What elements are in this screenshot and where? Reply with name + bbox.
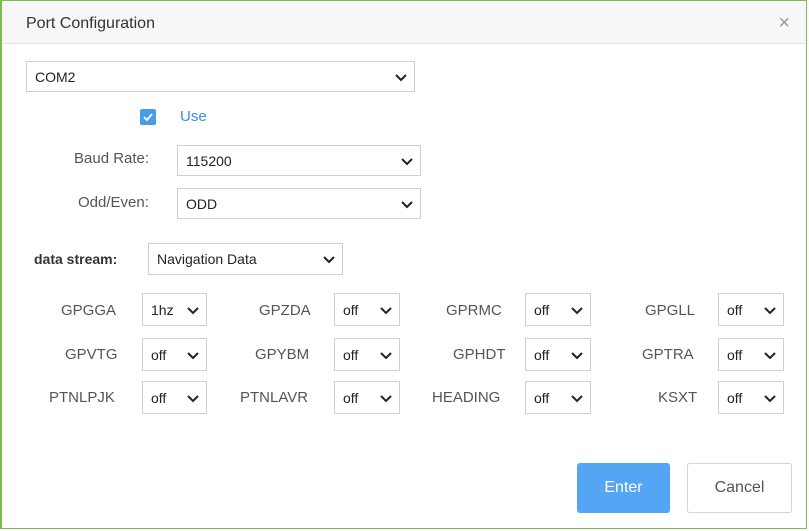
sentence-label-gprmc: GPRMC — [446, 302, 502, 319]
sentence-rate-gprmc[interactable]: off — [525, 293, 591, 326]
sentence-label-gptra: GPTRA — [642, 346, 694, 363]
sentence-label-ptnlavr: PTNLAVR — [240, 389, 309, 406]
sentence-rate-gpybm[interactable]: off — [334, 338, 400, 371]
sentence-rate-value: off — [343, 346, 359, 363]
sentence-rate-gpzda[interactable]: off — [334, 293, 400, 326]
sentence-rate-gpvtg[interactable]: off — [142, 338, 207, 371]
sentence-rate-gphdt[interactable]: off — [525, 338, 591, 371]
chevron-down-icon — [187, 394, 199, 402]
chevron-down-icon — [401, 200, 413, 208]
data-stream-select[interactable]: Navigation Data — [148, 243, 343, 275]
chevron-down-icon — [380, 394, 392, 402]
dialog-title: Port Configuration — [26, 15, 155, 32]
sentence-rate-gptra[interactable]: off — [718, 338, 784, 371]
chevron-down-icon — [571, 306, 583, 314]
chevron-down-icon — [187, 351, 199, 359]
sentence-rate-gpgga[interactable]: 1hz — [142, 293, 207, 326]
close-icon[interactable]: × — [778, 13, 790, 33]
sentence-label-gphdt: GPHDT — [453, 346, 506, 363]
sentence-rate-value: off — [534, 346, 550, 363]
sentence-rate-heading[interactable]: off — [525, 381, 591, 414]
sentence-rate-gpgll[interactable]: off — [718, 293, 784, 326]
chevron-down-icon — [323, 256, 335, 264]
baud-rate-select[interactable]: 115200 — [177, 145, 421, 176]
port-select-value: COM2 — [35, 68, 76, 85]
data-stream-label: data stream: — [34, 251, 118, 267]
chevron-down-icon — [395, 73, 407, 81]
chevron-down-icon — [571, 351, 583, 359]
sentence-label-gpgga: GPGGA — [61, 302, 117, 319]
port-select[interactable]: COM2 — [26, 61, 415, 92]
sentence-rate-value: off — [727, 346, 743, 363]
port-configuration-dialog: Port Configuration × COM2 Use Baud Rate:… — [0, 0, 807, 529]
chevron-down-icon — [764, 394, 776, 402]
chevron-down-icon — [764, 306, 776, 314]
chevron-down-icon — [380, 351, 392, 359]
parity-value: ODD — [186, 195, 218, 212]
chevron-down-icon — [401, 157, 413, 165]
sentence-rate-value: off — [151, 346, 167, 363]
sentence-rate-ksxt[interactable]: off — [718, 381, 784, 414]
chevron-down-icon — [764, 351, 776, 359]
sentence-label-gpzda: GPZDA — [259, 302, 311, 319]
sentence-label-ptnlpjk: PTNLPJK — [49, 389, 115, 406]
parity-select[interactable]: ODD — [177, 188, 421, 219]
sentence-rate-value: off — [343, 301, 359, 318]
baud-rate-label: Baud Rate: — [74, 150, 150, 167]
chevron-down-icon — [380, 306, 392, 314]
sentence-label-gpvtg: GPVTG — [65, 346, 118, 363]
sentence-rate-value: 1hz — [151, 301, 174, 318]
use-checkbox[interactable] — [140, 109, 156, 125]
check-icon — [143, 113, 153, 122]
sentence-rate-ptnlavr[interactable]: off — [334, 381, 400, 414]
sentence-rate-value: off — [343, 389, 359, 406]
dialog-header: Port Configuration × — [2, 1, 806, 44]
sentence-label-gpgll: GPGLL — [645, 302, 696, 319]
sentence-label-heading: HEADING — [432, 389, 501, 406]
sentence-rate-value: off — [151, 389, 167, 406]
chevron-down-icon — [187, 306, 199, 314]
sentence-rate-value: off — [534, 301, 550, 318]
sentence-rate-value: off — [727, 389, 743, 406]
parity-label: Odd/Even: — [78, 194, 149, 211]
sentence-rate-ptnlpjk[interactable]: off — [142, 381, 207, 414]
sentence-rate-value: off — [727, 301, 743, 318]
sentence-label-gpybm: GPYBM — [255, 346, 310, 363]
cancel-button[interactable]: Cancel — [687, 463, 792, 513]
chevron-down-icon — [571, 394, 583, 402]
data-stream-value: Navigation Data — [157, 251, 257, 267]
use-label[interactable]: Use — [180, 108, 207, 125]
sentence-rate-value: off — [534, 389, 550, 406]
sentence-label-ksxt: KSXT — [658, 389, 698, 406]
enter-button[interactable]: Enter — [577, 463, 670, 513]
baud-rate-value: 115200 — [186, 152, 232, 169]
